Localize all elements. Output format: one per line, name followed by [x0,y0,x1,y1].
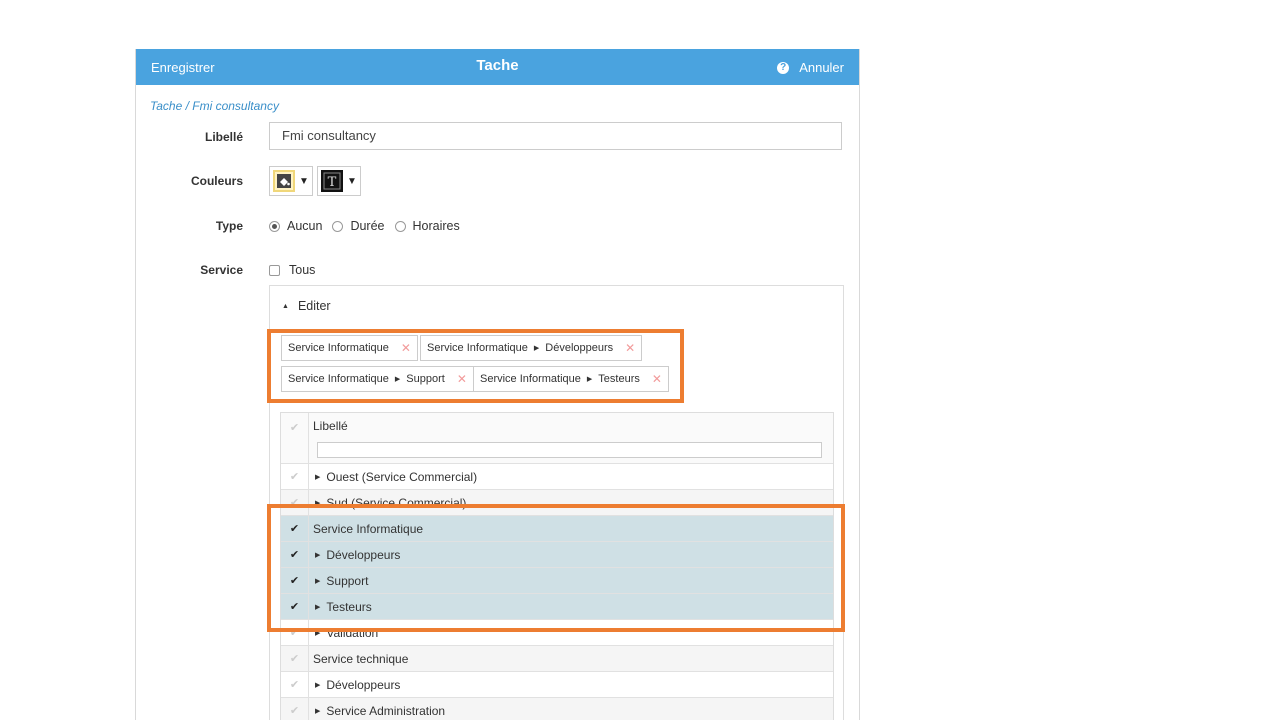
text-color-picker[interactable]: T ▼ [317,166,361,196]
service-all-checkbox[interactable] [269,264,280,276]
row-label: Ouest (Service Commercial) [326,469,478,484]
table-row[interactable]: ✔ ▶ Service Administration [281,698,833,720]
service-label: Service [200,263,243,277]
row-check-icon[interactable]: ✔ [281,646,309,671]
type-option-label: Horaires [412,219,460,233]
dialog-header: Enregistrer Tache ? Annuler [136,49,859,85]
cancel-button[interactable]: ? Annuler [777,60,844,75]
type-label: Type [215,219,243,233]
paint-bucket-icon [273,170,295,192]
arrow-right-icon: ▶ [315,681,321,689]
type-radio-horaires[interactable] [394,220,406,232]
type-radio-group: Aucun Durée Horaires [269,219,470,233]
help-icon: ? [777,61,790,74]
row-label-cell: Service technique [309,652,408,666]
cancel-label: Annuler [799,60,844,75]
table-row[interactable]: ✔ ▶ Ouest (Service Commercial) [281,464,833,490]
service-all-label: Tous [289,263,316,277]
rows-highlight-frame [267,504,845,632]
row-check-icon[interactable]: ✔ [281,672,309,697]
chevron-down-icon: ▼ [347,175,357,187]
row-label: Service technique [313,651,409,666]
arrow-right-icon: ▶ [315,473,321,481]
row-label-cell: ▶ Développeurs [309,678,400,692]
type-radio-duree[interactable] [332,220,344,232]
caret-up-icon: ▲ [282,302,289,310]
libelle-label: Libellé [204,130,243,144]
select-all-check-icon[interactable]: ✔ [281,413,309,464]
tags-highlight-frame [267,329,684,403]
row-check-icon[interactable]: ✔ [281,464,309,489]
table-row[interactable]: ✔ Service technique [281,646,833,672]
row-label: Développeurs [326,677,401,692]
arrow-right-icon: ▶ [315,707,321,715]
row-check-icon[interactable]: ✔ [281,698,309,720]
couleurs-label: Couleurs [190,174,243,188]
breadcrumb: Tache / Fmi consultancy [150,99,279,113]
row-label-cell: ▶ Service Administration [309,704,445,718]
column-header-libelle: Libellé [313,419,348,433]
text-icon: T [321,170,343,192]
table-row[interactable]: ✔ ▶ Développeurs [281,672,833,698]
svg-text:T: T [328,175,337,190]
grid-filter-input[interactable] [317,442,822,458]
libelle-input[interactable]: Fmi consultancy [269,122,842,150]
type-radio-aucun[interactable] [269,220,280,232]
editer-toggle[interactable]: ▲ Editer [282,299,331,313]
type-option-label: Durée [350,219,385,233]
row-label: Service Administration [326,703,446,718]
service-all-row: Tous [269,263,315,277]
grid-header: ✔ Libellé [281,413,833,464]
background-color-picker[interactable]: ▼ [269,166,313,196]
dialog-title: Tache [476,57,519,74]
row-label-cell: ▶ Ouest (Service Commercial) [309,470,477,484]
chevron-down-icon: ▼ [299,175,309,187]
type-option-label: Aucun [287,219,323,233]
editer-label: Editer [297,299,331,313]
